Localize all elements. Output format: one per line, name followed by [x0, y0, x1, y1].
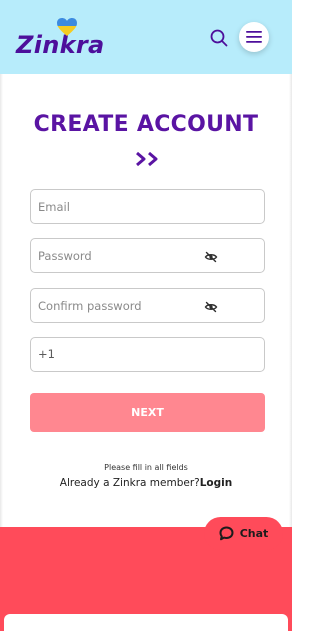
footer-card — [4, 614, 288, 631]
search-button[interactable] — [209, 28, 229, 48]
eye-slash-icon[interactable] — [204, 250, 218, 264]
chat-bubble-icon — [219, 526, 234, 541]
eye-slash-icon[interactable] — [204, 300, 218, 314]
chat-button[interactable]: Chat — [204, 517, 283, 550]
double-chevron-right-icon — [136, 151, 158, 167]
menu-button[interactable] — [239, 22, 269, 52]
login-link[interactable]: Login — [200, 477, 233, 489]
chat-label: Chat — [239, 527, 269, 540]
content-edge-right — [289, 74, 292, 527]
zinkra-logo[interactable]: Zinkra — [16, 18, 105, 60]
page-title: CREATE ACCOUNT — [33, 112, 259, 137]
content-edge-left — [0, 74, 3, 527]
phone-field[interactable]: +1 — [30, 337, 265, 372]
hamburger-menu-icon — [246, 31, 262, 43]
confirm-password-field — [30, 288, 265, 323]
header: Zinkra — [0, 0, 292, 74]
login-prompt: Already a Zinkra member?Login — [0, 477, 292, 489]
member-text: Already a Zinkra member? — [59, 477, 200, 489]
email-input[interactable] — [31, 190, 264, 223]
search-icon — [210, 29, 228, 47]
phone-country-code[interactable]: +1 — [38, 338, 55, 371]
heart-logo-icon — [57, 18, 77, 36]
password-input[interactable] — [31, 239, 264, 272]
fill-fields-hint: Please fill in all fields — [104, 463, 188, 472]
password-field — [30, 238, 265, 273]
next-button[interactable]: NEXT — [30, 393, 265, 432]
email-field — [30, 189, 265, 224]
confirm-password-input[interactable] — [31, 289, 264, 322]
